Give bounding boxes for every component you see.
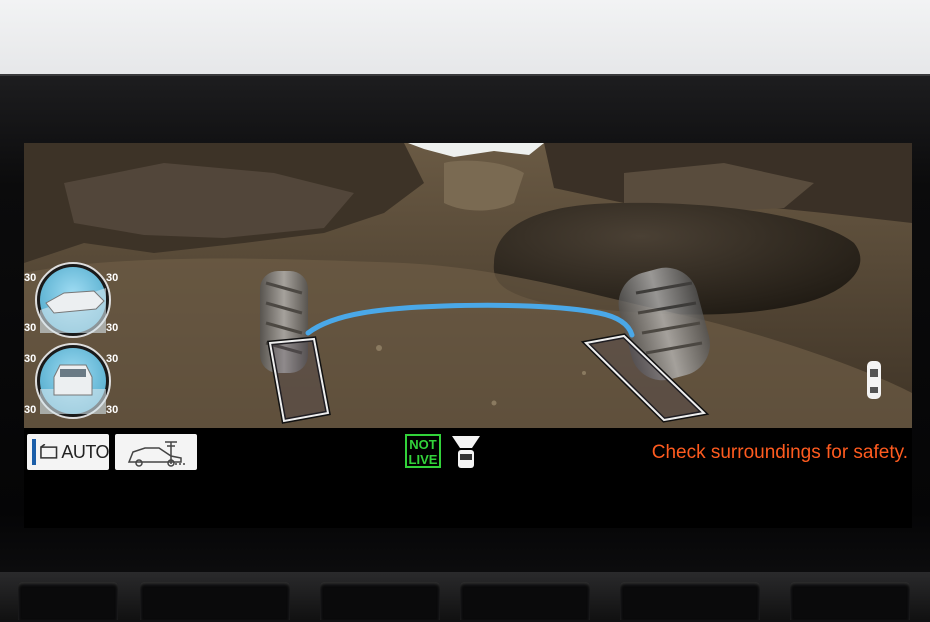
vent-slot: [140, 582, 290, 620]
control-bar: AUTO NOT LIVE Check surroundings for saf…: [24, 428, 912, 478]
top-down-car-icon: [867, 361, 881, 399]
auto-camera-button[interactable]: AUTO: [27, 434, 109, 470]
infotainment-display: 30 30 30 30 30 30 30 30 AUTO NOT LIVE Ch…: [24, 143, 912, 528]
roll-tick-bottom-left: 30: [24, 404, 36, 416]
front-camera-car-icon: [452, 436, 480, 468]
roll-tick-top-left: 30: [24, 353, 36, 365]
camera-frame-icon: [40, 444, 58, 459]
auto-indicator-stripe: [32, 439, 36, 465]
side-view-car-icon: [127, 441, 187, 467]
not-live-line2: LIVE: [408, 452, 438, 467]
pitch-tick-bottom-right: 30: [106, 322, 118, 334]
vent-slot: [18, 582, 118, 620]
air-vents: [0, 572, 930, 620]
auto-button-label: AUTO: [61, 441, 109, 462]
pitch-tick-top-right: 30: [106, 272, 118, 284]
vent-slot: [620, 582, 760, 620]
side-view-button[interactable]: [115, 434, 197, 470]
roll-tick-top-right: 30: [106, 353, 118, 365]
background-wall: [0, 0, 930, 76]
vent-slot: [460, 582, 590, 620]
roll-tick-bottom-right: 30: [106, 404, 118, 416]
not-live-line1: NOT: [409, 437, 437, 452]
camera-view: 30 30 30 30 30 30 30 30: [24, 143, 912, 428]
vent-slot: [320, 582, 440, 620]
vent-slot: [790, 582, 910, 620]
pitch-tick-top-left: 30: [24, 272, 36, 284]
pitch-tick-bottom-left: 30: [24, 322, 36, 334]
safety-warning-text: Check surroundings for safety.: [651, 442, 908, 463]
not-live-badge: NOT LIVE: [405, 434, 441, 468]
